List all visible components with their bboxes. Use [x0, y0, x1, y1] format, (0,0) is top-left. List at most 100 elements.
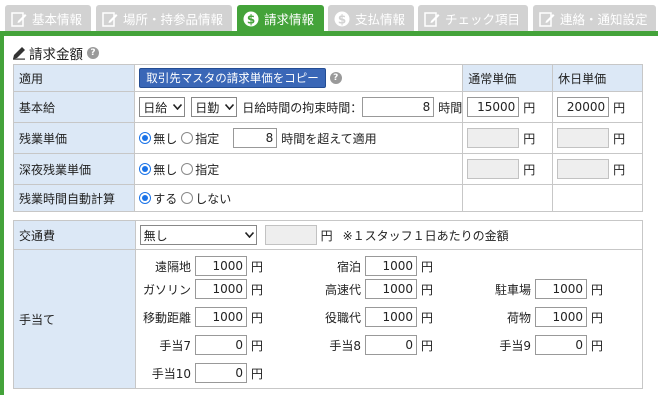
tab-label: 連絡・通知設定: [560, 12, 648, 27]
transport-select[interactable]: 無し: [139, 225, 257, 245]
pay-type-select[interactable]: 日給: [139, 97, 186, 117]
edit-icon: [102, 11, 118, 27]
allowance-gasoline: ガソリン 1000 円: [140, 279, 263, 299]
hours-unit: 時間: [438, 100, 463, 115]
allowance-7: 手当7 0 円: [140, 335, 263, 355]
overtime-none-radio[interactable]: [139, 132, 152, 144]
allowance-luggage: 荷物 1000 円: [480, 307, 603, 327]
allowance-distance-input[interactable]: 1000: [195, 307, 247, 327]
holiday-rate-header: 休日単価: [552, 64, 643, 92]
night-overtime-label: 深夜残業単価: [12, 153, 136, 185]
allowance-luggage-input[interactable]: 1000: [535, 307, 587, 327]
allowance-remote-input[interactable]: 1000: [195, 256, 247, 276]
pencil-icon: [13, 47, 25, 60]
billing-table: 適用 取引先マスタの請求単価をコピー ? 通常単価 休日単価 基本給 日給 日勤…: [12, 64, 643, 212]
allowance-9-input[interactable]: 0: [535, 335, 587, 355]
bind-hours-label: 日給時間の拘束時間：: [242, 100, 363, 115]
allowance-lodging: 宿泊 1000 円: [310, 256, 433, 276]
tab-label: 請求情報: [264, 12, 315, 27]
shift-type-select[interactable]: 日勤: [191, 97, 238, 117]
tab-billing-info[interactable]: $ 請求情報: [237, 5, 324, 32]
section-heading: 請求金額 ?: [12, 43, 99, 63]
night-holiday-rate-input[interactable]: [557, 159, 610, 179]
svg-text:$: $: [247, 12, 255, 26]
allowance-gasoline-input[interactable]: 1000: [195, 279, 247, 299]
tab-location-items[interactable]: 場所・持参品情報: [96, 5, 232, 32]
apply-header: 適用: [12, 64, 136, 92]
tab-label: チェック項目: [445, 12, 521, 27]
transport-label: 交通費: [13, 220, 136, 250]
overtime-holiday-rate-input[interactable]: [557, 128, 610, 148]
yen-unit: 円: [523, 162, 536, 177]
overtime-after-text: 時間を超えて適用: [281, 131, 377, 146]
transport-row: 交通費 無し 円 ※１スタッフ１日あたりの金額: [13, 220, 644, 250]
allowance-8: 手当8 0 円: [310, 335, 433, 355]
overtime-row: 残業単価 無し 指定 8 時間を超えて適用 円 円: [12, 122, 643, 154]
allowance-position: 役職代 1000 円: [310, 307, 433, 327]
yen-unit: 円: [613, 100, 626, 115]
overtime-hours-input[interactable]: 8: [233, 128, 278, 148]
allowance-10: 手当10 0 円: [140, 363, 263, 383]
yen-unit: 円: [613, 162, 626, 177]
tab-contact-notify[interactable]: 連絡・通知設定: [533, 5, 656, 32]
night-none-label: 無し: [153, 162, 178, 177]
allowance-parking: 駐車場 1000 円: [480, 279, 603, 299]
base-pay-label: 基本給: [12, 91, 136, 123]
night-none-radio[interactable]: [139, 163, 152, 175]
allowance-highway-input[interactable]: 1000: [365, 279, 417, 299]
allowance-lodging-input[interactable]: 1000: [365, 256, 417, 276]
allowance-position-input[interactable]: 1000: [365, 307, 417, 327]
tab-label: 場所・持参品情報: [123, 12, 224, 27]
tab-label: 基本情報: [32, 12, 83, 27]
tab-payment-info[interactable]: $ 支払情報: [328, 5, 414, 32]
overtime-specify-radio[interactable]: [181, 132, 194, 144]
edit-icon: [11, 11, 27, 27]
section-title: 請求金額: [29, 47, 83, 63]
auto-calc-yes-radio[interactable]: [139, 192, 152, 204]
allowance-highway: 高速代 1000 円: [310, 279, 433, 299]
night-normal-rate-input[interactable]: [467, 159, 520, 179]
night-specify-radio[interactable]: [181, 163, 194, 175]
edit-icon: [424, 11, 440, 27]
allowance-remote: 遠隔地 1000 円: [140, 256, 263, 276]
overtime-label: 残業単価: [12, 122, 136, 154]
allowance-10-input[interactable]: 0: [195, 363, 247, 383]
dollar-icon: $: [243, 11, 259, 26]
help-icon[interactable]: ?: [87, 47, 99, 59]
auto-calc-label: 残業時間自動計算: [12, 184, 136, 212]
tab-check-items[interactable]: チェック項目: [418, 5, 528, 32]
tab-bar: 基本情報 場所・持参品情報 $ 請求情報 $ 支払情報 チェック項目 連絡・通知…: [0, 0, 658, 32]
night-overtime-row: 深夜残業単価 無し 指定 円 円: [12, 153, 643, 185]
yen-unit: 円: [523, 131, 536, 146]
chevron-down-icon: [244, 232, 254, 238]
auto-calc-yes-label: する: [153, 191, 178, 206]
auto-calc-no-radio[interactable]: [181, 192, 194, 204]
chevron-down-icon: [173, 104, 183, 110]
normal-rate-header: 通常単価: [462, 64, 554, 92]
tab-basic-info[interactable]: 基本情報: [5, 5, 91, 32]
chevron-down-icon: [225, 104, 235, 110]
transport-amount-input[interactable]: [264, 225, 317, 245]
allowance-8-input[interactable]: 0: [365, 335, 417, 355]
bind-hours-input[interactable]: 8: [362, 97, 435, 117]
allowance-parking-input[interactable]: 1000: [535, 279, 587, 299]
svg-text:$: $: [338, 12, 346, 26]
night-specify-label: 指定: [195, 162, 220, 177]
base-normal-rate-input[interactable]: 15000: [467, 97, 520, 117]
copy-rates-button[interactable]: 取引先マスタの請求単価をコピー: [139, 68, 326, 88]
base-pay-row: 基本給 日給 日勤 日給時間の拘束時間： 8 時間 15000 円 20000 …: [12, 91, 643, 123]
copy-cell: 取引先マスタの請求単価をコピー ?: [134, 64, 464, 92]
overtime-none-label: 無し: [153, 131, 178, 146]
base-holiday-rate-input[interactable]: 20000: [557, 97, 610, 117]
auto-calc-no-label: しない: [195, 191, 232, 206]
overtime-specify-label: 指定: [195, 131, 220, 146]
overtime-normal-rate-input[interactable]: [467, 128, 520, 148]
allowance-label: 手当て: [13, 249, 136, 389]
help-icon[interactable]: ?: [329, 72, 342, 84]
allowance-7-input[interactable]: 0: [195, 335, 247, 355]
transport-allowance-table: 交通費 無し 円 ※１スタッフ１日あたりの金額 手当て: [13, 220, 644, 389]
edit-icon: [539, 11, 555, 27]
header-row: 適用 取引先マスタの請求単価をコピー ? 通常単価 休日単価: [12, 64, 643, 92]
transport-note: ※１スタッフ１日あたりの金額: [342, 228, 509, 243]
yen-unit: 円: [613, 131, 626, 146]
